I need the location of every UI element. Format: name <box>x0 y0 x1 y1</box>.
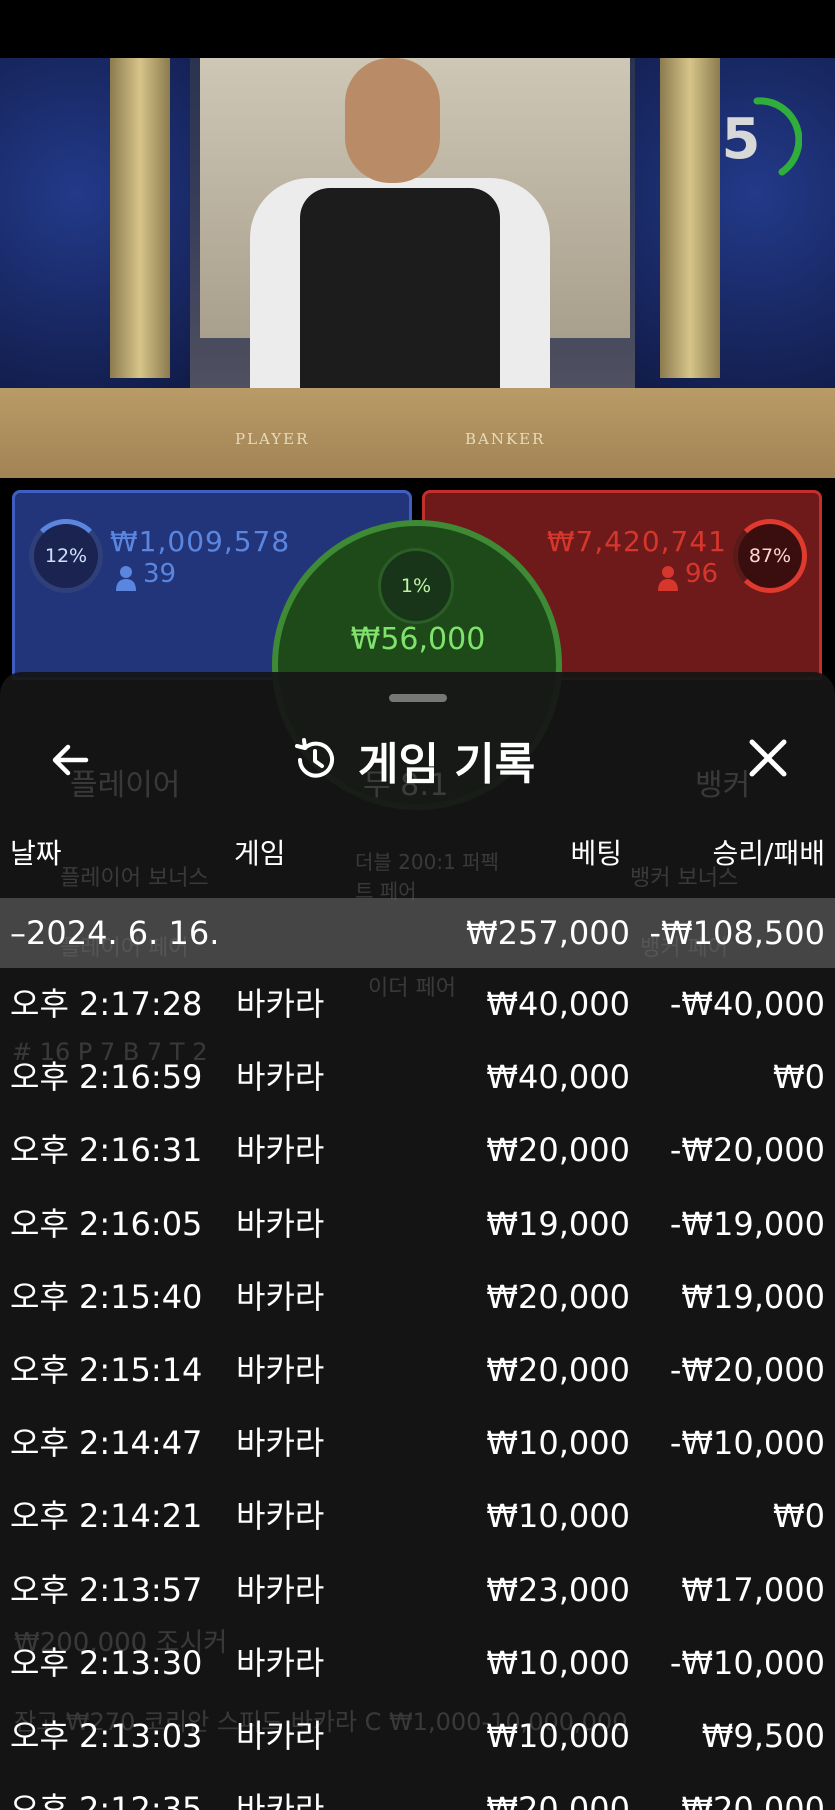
close-icon[interactable] <box>740 730 796 786</box>
history-row[interactable]: 오후 2:15:14 바카라 ₩20,000 -₩20,000 <box>0 1334 835 1407</box>
row-result: ₩17,000 <box>681 1570 825 1609</box>
row-game: 바카라 <box>236 1058 325 1097</box>
history-row[interactable]: 오후 2:16:31 바카라 ₩20,000 -₩20,000 <box>0 1114 835 1187</box>
banker-player-count: 96 <box>685 559 719 589</box>
history-list: 오후 2:17:28 바카라 ₩40,000 -₩40,000 오후 2:16:59 바… <box>0 968 835 1810</box>
history-row[interactable]: 오후 2:16:59 바카라 ₩40,000 ₩0 <box>0 1041 835 1114</box>
row-game: 바카라 <box>236 1716 325 1755</box>
history-row[interactable]: 오후 2:14:21 바카라 ₩10,000 ₩0 <box>0 1480 835 1553</box>
column-game: 게임 <box>234 837 286 870</box>
row-bet: ₩10,000 <box>486 1424 630 1463</box>
row-time: 오후 2:13:30 <box>10 1643 203 1682</box>
row-time: 오후 2:13:03 <box>10 1716 203 1755</box>
sheet-title: 게임 기록 <box>358 739 536 790</box>
row-bet: ₩23,000 <box>486 1570 630 1609</box>
row-game: 바카라 <box>236 1643 325 1682</box>
countdown-timer: 5 <box>721 107 761 172</box>
row-game: 바카라 <box>236 1570 325 1609</box>
table-label-banker: BANKER <box>465 430 546 448</box>
date-group-bet: ₩257,000 <box>466 914 630 952</box>
dealer-head <box>345 58 440 183</box>
row-game: 바카라 <box>236 1497 325 1536</box>
arrow-left-icon[interactable] <box>44 732 100 788</box>
row-result: ₩0 <box>773 1497 825 1536</box>
row-result: -₩19,000 <box>669 1204 825 1243</box>
player-bet-amount: ₩1,009,578 <box>110 525 291 558</box>
drag-handle[interactable] <box>389 694 447 702</box>
row-result: ₩20,000 <box>681 1790 825 1810</box>
row-bet: ₩19,000 <box>486 1204 630 1243</box>
row-bet: ₩20,000 <box>486 1350 630 1389</box>
sheet-header: 게임 기록 <box>290 730 535 790</box>
gold-frame-right <box>660 58 720 378</box>
row-bet: ₩40,000 <box>486 1058 630 1097</box>
user-icon <box>658 566 678 591</box>
player-player-count: 39 <box>143 559 177 589</box>
row-time: 오후 2:14:21 <box>10 1497 203 1536</box>
row-time: 오후 2:15:14 <box>10 1350 203 1389</box>
row-time: 오후 2:13:57 <box>10 1570 203 1609</box>
tie-percent: 1% <box>378 548 454 624</box>
row-time: 오후 2:14:47 <box>10 1424 203 1463</box>
ghost-side-perfect-pair: 더블 200:1 퍼펙트 페어 <box>355 850 499 903</box>
row-result: -₩20,000 <box>669 1350 825 1389</box>
history-row[interactable]: 오후 2:15:40 바카라 ₩20,000 ₩19,000 <box>0 1261 835 1334</box>
banker-bet-amount: ₩7,420,741 <box>546 525 727 558</box>
user-icon <box>116 566 136 591</box>
row-time: 오후 2:16:31 <box>10 1131 203 1170</box>
player-percent: 12% <box>29 519 103 593</box>
row-bet: ₩20,000 <box>486 1131 630 1170</box>
gold-frame-left <box>110 58 170 378</box>
row-result: ₩9,500 <box>701 1716 825 1755</box>
dealer-video: PLAYER BANKER <box>0 58 835 478</box>
history-row[interactable]: 오후 2:16:05 바카라 ₩19,000 -₩19,000 <box>0 1188 835 1261</box>
row-time: 오후 2:15:40 <box>10 1277 203 1316</box>
row-game: 바카라 <box>236 1131 325 1170</box>
row-game: 바카라 <box>236 985 325 1023</box>
row-game: 바카라 <box>236 1277 325 1316</box>
column-bet: 베팅 <box>570 837 622 870</box>
row-time: 오후 2:16:05 <box>10 1204 203 1243</box>
date-group-result: -₩108,500 <box>649 914 825 952</box>
ghost-side-player-bonus: 플레이어 보너스 <box>60 866 209 891</box>
game-history-sheet: 플레이어 무 8:1 뱅커 플레이어 보너스 더블 200:1 퍼펙트 페어 뱅… <box>0 672 835 1810</box>
row-time: 오후 2:12:35 <box>10 1790 203 1810</box>
row-result: -₩40,000 <box>669 985 825 1023</box>
history-row[interactable]: 오후 2:13:30 바카라 ₩10,000 -₩10,000 <box>0 1627 835 1700</box>
history-row[interactable]: 오후 2:13:03 바카라 ₩10,000 ₩9,500 <box>0 1700 835 1773</box>
history-row[interactable]: 오후 2:17:28 바카라 ₩40,000 -₩40,000 <box>0 968 835 1041</box>
row-game: 바카라 <box>236 1790 325 1810</box>
date-group-row[interactable]: –2024. 6. 16. ₩257,000 -₩108,500 <box>0 898 835 968</box>
row-time: 오후 2:17:28 <box>10 985 203 1023</box>
row-result: -₩10,000 <box>669 1643 825 1682</box>
row-bet: ₩10,000 <box>486 1643 630 1682</box>
column-date: 날짜 <box>10 837 62 870</box>
row-bet: ₩10,000 <box>486 1716 630 1755</box>
row-bet: ₩10,000 <box>486 1497 630 1536</box>
row-bet: ₩40,000 <box>486 985 630 1023</box>
banker-percent: 87% <box>733 519 807 593</box>
row-bet: ₩20,000 <box>486 1790 630 1810</box>
row-game: 바카라 <box>236 1424 325 1463</box>
table-label-player: PLAYER <box>235 430 310 448</box>
history-row[interactable]: 오후 2:14:47 바카라 ₩10,000 -₩10,000 <box>0 1407 835 1480</box>
tie-bet-amount: ₩56,000 <box>350 622 486 657</box>
row-game: 바카라 <box>236 1204 325 1243</box>
row-result: -₩10,000 <box>669 1424 825 1463</box>
row-bet: ₩20,000 <box>486 1277 630 1316</box>
history-row[interactable]: 오후 2:12:35 바카라 ₩20,000 ₩20,000 <box>0 1773 835 1810</box>
row-result: -₩20,000 <box>669 1131 825 1170</box>
row-time: 오후 2:16:59 <box>10 1058 203 1097</box>
history-row[interactable]: 오후 2:13:57 바카라 ₩23,000 ₩17,000 <box>0 1554 835 1627</box>
row-result: ₩0 <box>773 1058 825 1097</box>
history-icon <box>295 738 334 778</box>
baccarat-table <box>0 388 835 478</box>
row-game: 바카라 <box>236 1350 325 1389</box>
row-result: ₩19,000 <box>681 1277 825 1316</box>
column-result: 승리/패배 <box>712 837 825 870</box>
date-group-date: –2024. 6. 16. <box>10 914 220 952</box>
